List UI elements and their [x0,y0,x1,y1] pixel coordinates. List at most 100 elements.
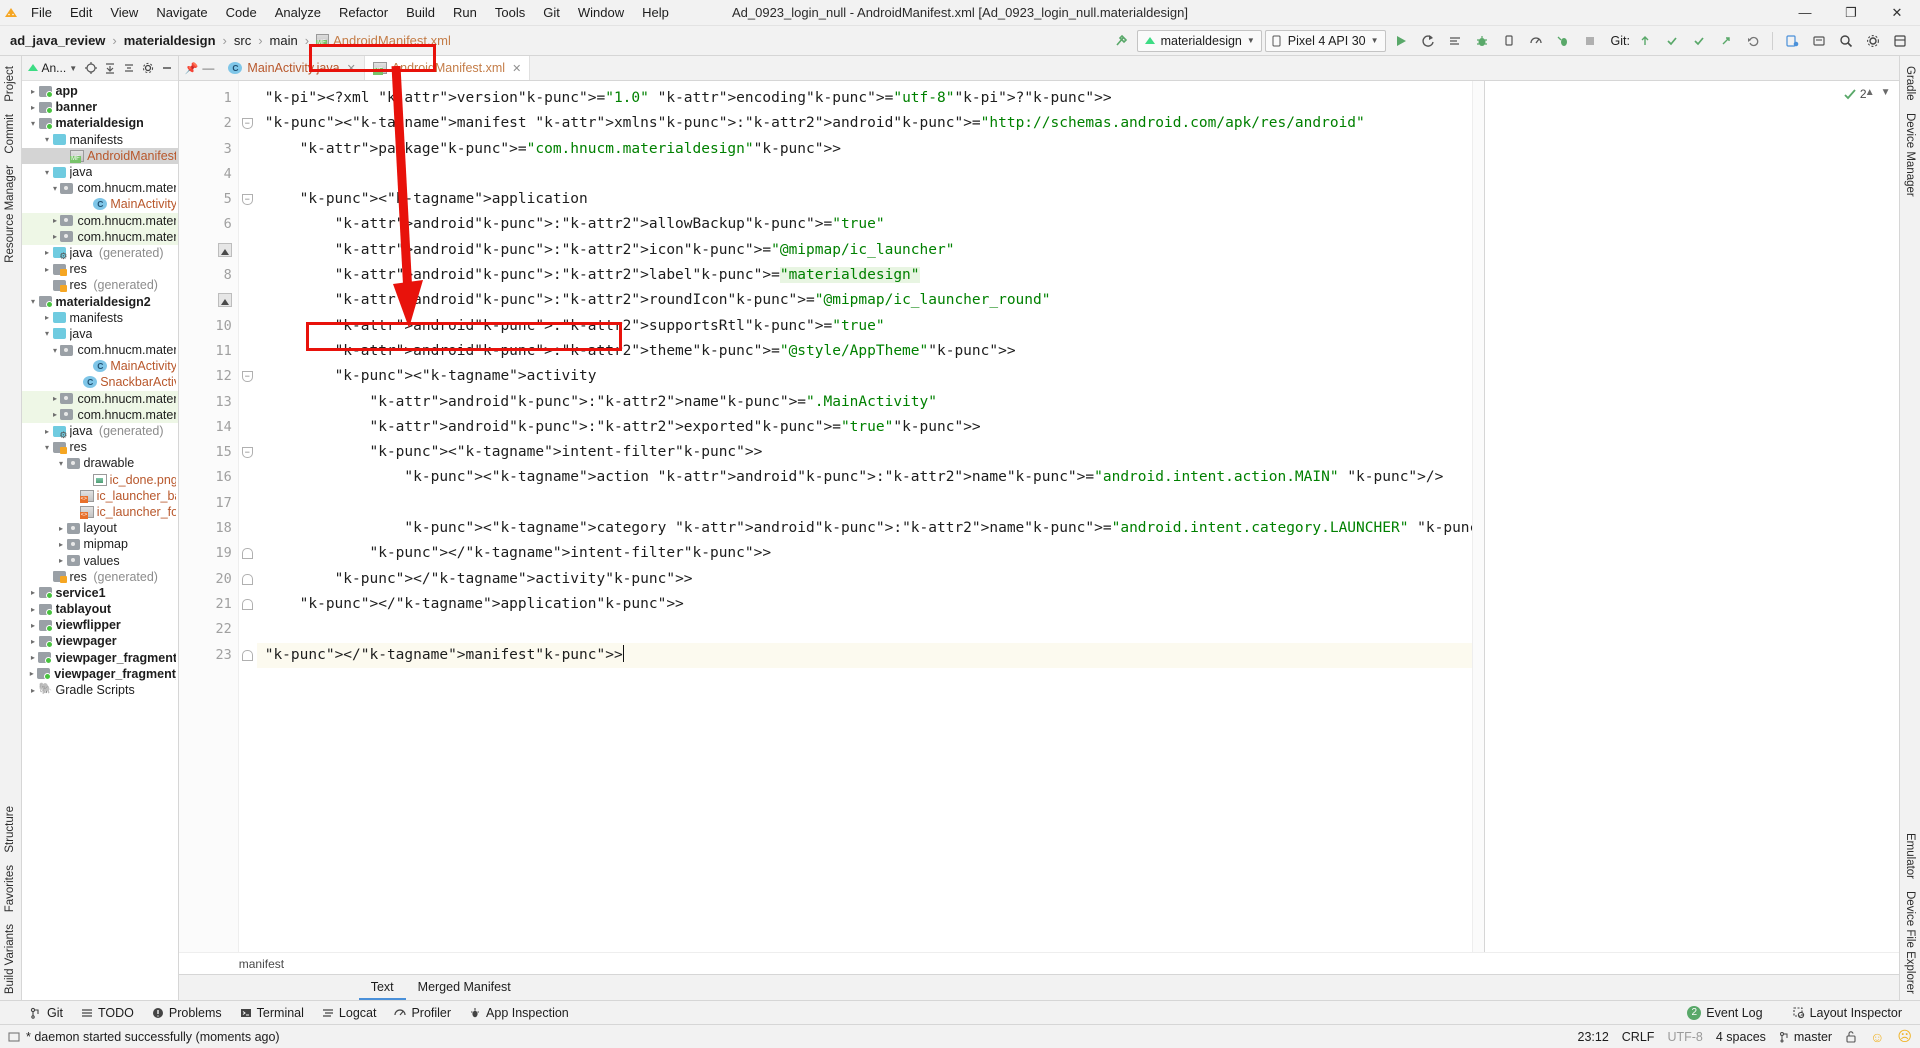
code-line[interactable]: "k-attr">android"k-punc">:"k-attr2">them… [257,339,1472,364]
tree-expand-arrow-icon[interactable] [56,524,67,533]
tree-item-com-hnucm-materiald[interactable]: com.hnucm.materiald [22,180,178,196]
tool-window-app-inspection[interactable]: App Inspection [461,1004,577,1022]
code-line[interactable]: "k-attr">android"k-punc">:"k-attr2">allo… [257,212,1472,237]
resource-preview-icon[interactable] [217,293,232,308]
tool-window-git[interactable]: Git [22,1004,71,1022]
code-editor[interactable]: "k-pi"><?xml "k-attr">version"k-punc">="… [256,81,1472,952]
tree-expand-arrow-icon[interactable] [28,297,39,306]
tool-tab-emulator[interactable]: Emulator [1901,827,1919,885]
tree-expand-arrow-icon[interactable] [28,103,39,112]
hide-panel-icon[interactable] [159,59,176,77]
editor-tab-androidmanifest[interactable]: AndroidManifest.xml ✕ [364,56,531,80]
chevron-down-icon[interactable]: ▼ [1881,87,1891,98]
tree-expand-arrow-icon[interactable] [49,346,60,355]
tree-expand-arrow-icon[interactable] [42,313,53,322]
sdk-manager-icon[interactable] [1807,29,1831,53]
code-line[interactable]: "k-punc"></"k-tagname">manifest"k-punc">… [256,642,1472,668]
tree-item-java[interactable]: java (generated) [22,423,178,441]
close-button[interactable]: ✕ [1874,0,1920,26]
project-structure-icon[interactable] [1888,29,1912,53]
inspection-nav[interactable]: ▲ ▼ [1865,87,1891,98]
tree-item-ic-done-png[interactable]: ic_done.png [22,472,178,488]
feedback-sad-icon[interactable]: ☹ [1897,1028,1912,1045]
code-line[interactable]: "k-punc"><"k-tagname">activity [257,364,1472,389]
tree-expand-arrow-icon[interactable] [27,653,38,662]
editor-right-gutter[interactable] [1471,81,1484,952]
code-fold-marker[interactable]: − [241,118,253,130]
pin-icon[interactable]: 📌 [185,62,199,75]
tab-text[interactable]: Text [358,975,406,1000]
minimize-button[interactable]: — [1782,0,1828,26]
tool-window-layout-inspector[interactable]: Layout Inspector [1785,1004,1910,1022]
attach-debugger-icon[interactable] [1497,29,1521,53]
run-configuration-selector[interactable]: materialdesign ▼ [1136,29,1262,52]
code-line[interactable]: "k-attr">android"k-punc">:"k-attr2">supp… [257,314,1472,339]
code-line[interactable]: "k-attr">android"k-punc">:"k-attr2">labe… [257,263,1472,288]
code-fold-marker[interactable] [241,548,253,560]
apply-changes-icon[interactable] [1416,29,1440,53]
collapse-icon[interactable]: — [202,61,214,75]
menu-run[interactable]: Run [444,3,486,22]
breadcrumb-item-src[interactable]: src [230,32,255,49]
settings-gear-icon[interactable] [1861,29,1885,53]
avd-manager-icon[interactable] [1780,29,1804,53]
tree-expand-arrow-icon[interactable] [28,637,39,646]
device-selector[interactable]: Pixel 4 API 30 ▼ [1264,29,1386,52]
tree-item-res[interactable]: res [22,439,178,455]
tree-item-drawable[interactable]: drawable [22,455,178,471]
tree-item-tablayout[interactable]: tablayout [22,601,178,617]
tree-expand-arrow-icon[interactable] [28,588,39,597]
menu-refactor[interactable]: Refactor [330,3,397,22]
tree-item-materialdesign[interactable]: materialdesign [22,115,178,131]
code-line[interactable]: "k-punc"></"k-tagname">activity"k-punc">… [257,567,1472,592]
tree-item-viewflipper[interactable]: viewflipper [22,617,178,633]
code-fold-marker[interactable]: − [241,447,253,459]
tool-tab-commit[interactable]: Commit [1,108,19,160]
tree-expand-arrow-icon[interactable] [42,329,53,338]
tree-expand-arrow-icon[interactable] [28,621,39,630]
code-line[interactable] [257,617,1472,642]
code-line[interactable]: "k-attr">package"k-punc">="com.hnucm.mat… [257,137,1472,162]
tool-window-terminal[interactable]: Terminal [232,1004,312,1022]
tree-item-java[interactable]: java [22,164,178,180]
undo-icon[interactable] [1741,29,1765,53]
tree-item-res[interactable]: res (generated) [22,569,178,585]
chevron-up-icon[interactable]: ▲ [1865,87,1875,98]
tree-item-androidmanifest-xml[interactable]: AndroidManifest.xml [21,147,178,164]
menu-analyze[interactable]: Analyze [266,3,330,22]
code-line[interactable]: "k-punc"><"k-tagname">manifest "k-attr">… [257,111,1472,136]
tree-item-ic-launcher-backg[interactable]: ic_launcher_backg [22,488,178,504]
menu-tools[interactable]: Tools [486,3,534,22]
tree-item-com-hnucm-materiald[interactable]: com.hnucm.materiald [21,228,178,245]
git-history-icon[interactable] [1714,29,1738,53]
tree-expand-arrow-icon[interactable] [56,556,67,565]
run-icon[interactable] [1389,29,1413,53]
tree-item-res[interactable]: res (generated) [22,277,178,293]
tree-expand-arrow-icon[interactable] [49,394,60,403]
menu-build[interactable]: Build [397,3,444,22]
code-line[interactable]: "k-attr">android"k-punc">:"k-attr2">roun… [257,288,1472,313]
tree-expand-arrow-icon[interactable] [28,686,39,695]
tool-window-profiler[interactable]: Profiler [386,1004,459,1022]
file-encoding[interactable]: UTF-8 [1667,1030,1702,1044]
code-folding-column[interactable]: − − − − [238,81,257,952]
tab-merged-manifest[interactable]: Merged Manifest [406,975,523,1000]
menu-code[interactable]: Code [217,3,266,22]
unlocked-icon[interactable] [1845,1030,1857,1043]
tree-item-mainactivity[interactable]: C MainActivity [22,196,178,212]
git-commit-icon[interactable] [1660,29,1684,53]
caret-position[interactable]: 23:12 [1578,1030,1609,1044]
indent-setting[interactable]: 4 spaces [1716,1030,1766,1044]
tree-expand-arrow-icon[interactable] [28,87,39,96]
debug-icon[interactable] [1470,29,1494,53]
feedback-happy-icon[interactable]: ☺ [1870,1029,1884,1045]
status-message[interactable]: * daemon started successfully (moments a… [26,1030,280,1044]
tree-item-manifests[interactable]: manifests [22,132,178,148]
git-push-icon[interactable] [1687,29,1711,53]
code-line[interactable] [257,162,1472,187]
tree-item-manifests[interactable]: manifests [22,310,178,326]
tool-window-problems[interactable]: Problems [144,1004,230,1022]
tree-expand-arrow-icon[interactable] [42,265,53,274]
tree-expand-arrow-icon[interactable] [42,168,53,177]
code-fold-marker[interactable]: − [241,194,253,206]
